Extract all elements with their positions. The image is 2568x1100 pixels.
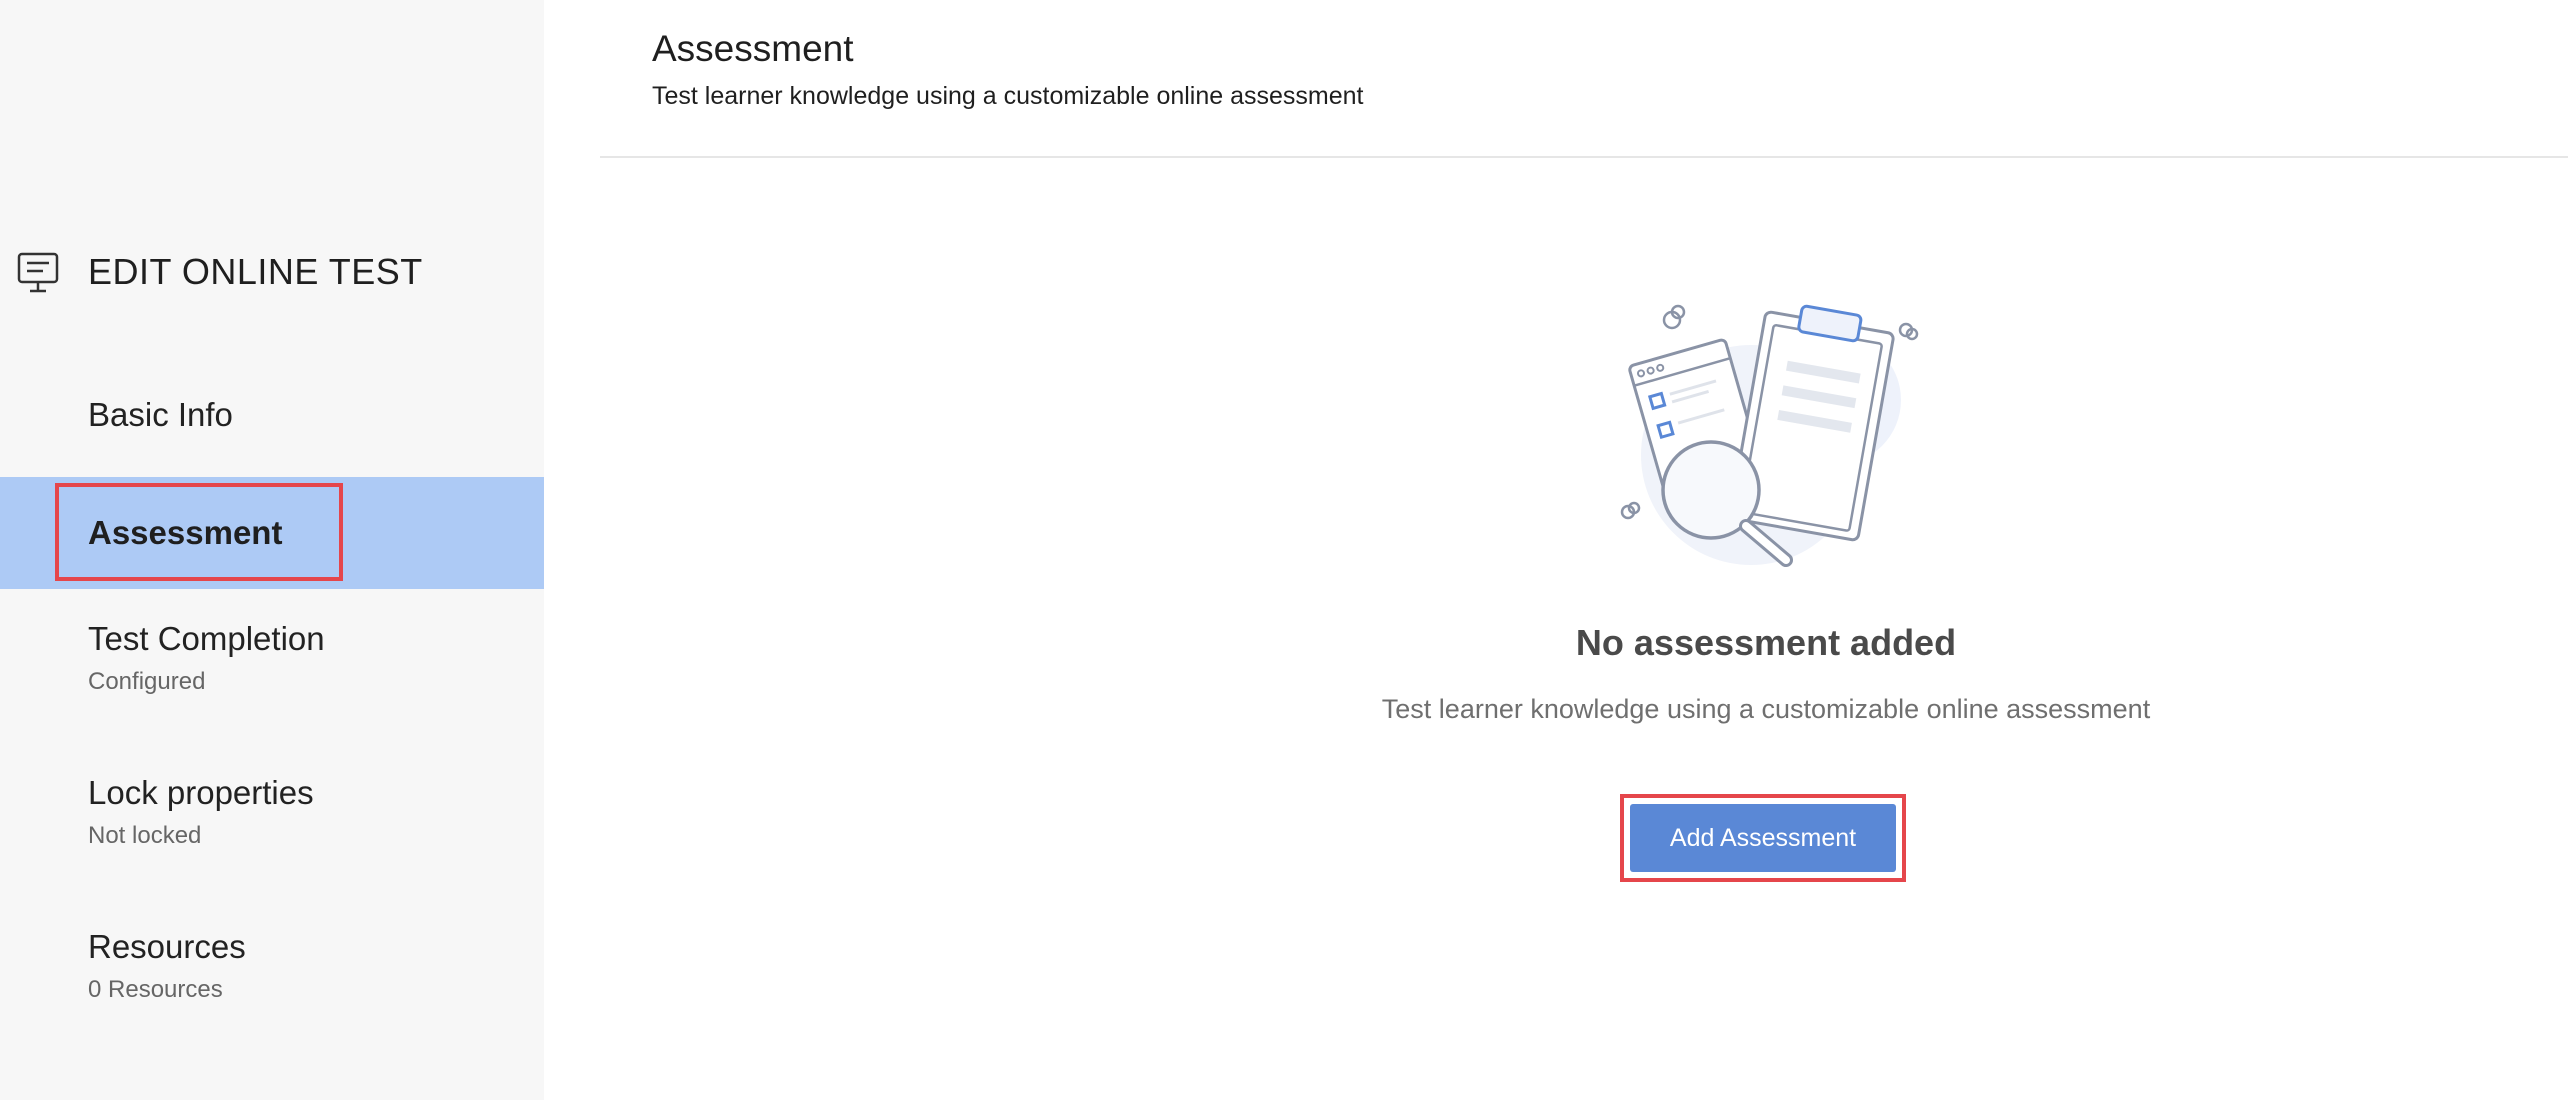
- empty-state: No assessment added Test learner knowled…: [1160, 290, 2372, 725]
- page-title: Assessment: [652, 28, 854, 69]
- sidebar-header: EDIT ONLINE TEST: [14, 244, 423, 300]
- online-test-icon: [14, 248, 62, 296]
- page-subtitle: Test learner knowledge using a customiza…: [652, 82, 1364, 110]
- empty-state-title: No assessment added: [1575, 622, 1957, 663]
- sidebar-item-lock-properties[interactable]: Lock properties Not locked: [0, 774, 544, 864]
- sidebar-item-status: 0 Resources: [88, 976, 223, 1003]
- add-assessment-button[interactable]: Add Assessment: [1630, 804, 1896, 872]
- empty-state-description: Test learner knowledge using a customiza…: [1381, 694, 2151, 724]
- sidebar-title: EDIT ONLINE TEST: [88, 251, 423, 292]
- sidebar-item-label: Resources: [88, 928, 246, 965]
- sidebar-item-label: Test Completion: [88, 620, 325, 657]
- sidebar-item-label: Basic Info: [88, 396, 233, 433]
- main-header: Assessment Test learner knowledge using …: [600, 0, 2568, 158]
- sidebar-item-assessment[interactable]: Assessment: [0, 477, 544, 589]
- sidebar-item-label: Lock properties: [88, 774, 314, 811]
- empty-assessment-illustration-icon: [1620, 304, 1919, 567]
- sidebar-item-label: Assessment: [88, 514, 283, 551]
- sidebar-item-status: Configured: [88, 668, 206, 695]
- page: EDIT ONLINE TEST Basic Info Assessment T…: [0, 0, 2568, 1100]
- sidebar-item-status: Not locked: [88, 822, 202, 849]
- sidebar-item-resources[interactable]: Resources 0 Resources: [0, 928, 544, 1018]
- sidebar: EDIT ONLINE TEST Basic Info Assessment T…: [0, 0, 544, 1100]
- sidebar-item-test-completion[interactable]: Test Completion Configured: [0, 620, 544, 710]
- sidebar-item-basic-info[interactable]: Basic Info: [0, 396, 544, 456]
- add-assessment-highlight: Add Assessment: [1620, 794, 1906, 882]
